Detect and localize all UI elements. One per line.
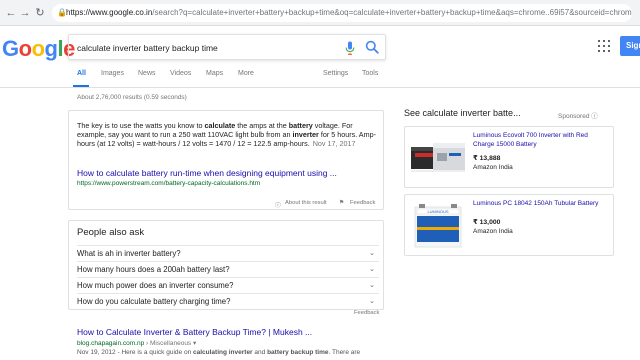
tab-all[interactable]: All [77,68,86,80]
search-header: Google Sign All Images News Videos Maps … [0,26,640,88]
paa-question-text: How much power does an inverter consume? [77,281,234,290]
battery-brand-text: LUMINOUS [427,209,448,214]
sign-in-button[interactable]: Sign [620,36,640,56]
tab-maps[interactable]: Maps [206,68,223,80]
paa-question[interactable]: What is ah in inverter battery? ⌄ [77,245,379,261]
result-snippet-part: Nov 19, 2012 - Here is a quick guide on [77,349,193,356]
shopping-ad-card[interactable]: Luminous Ecovolt 700 Inverter with Red C… [404,126,614,188]
ad-product-name[interactable]: Luminous PC 18042 150Ah Tubular Battery [473,200,609,209]
tab-settings[interactable]: Settings [323,68,348,80]
ad-product-name[interactable]: Luminous Ecovolt 700 Inverter with Red C… [473,132,609,149]
search-input[interactable] [77,40,337,56]
snippet-footer: ⓘ About this result ⚑ Feedback [69,199,385,211]
google-logo[interactable]: Google [2,36,75,62]
result-url: blog.chapagain.com.np › Miscellaneous ▾ [77,339,196,347]
chevron-down-icon: ⌄ [369,266,375,273]
logo-letter: G [2,36,19,61]
result-snippet-bold: calculating inverter [192,349,253,356]
snippet-bold: battery [288,121,313,130]
result-snippet-part: . There are [328,349,361,356]
result-snippet-bold: battery backup time [267,349,329,356]
mic-icon[interactable] [345,41,355,55]
snippet-bold: calculate [204,121,236,130]
chevron-down-icon: ⌄ [369,250,375,257]
sponsored-label: Sponsored ⓘ [558,110,598,120]
snippet-text: The key is to use the watts you know to … [77,121,379,148]
ad-price: ₹ 13,888 [473,155,501,162]
logo-letter: o [31,36,45,61]
tab-images[interactable]: Images [101,68,124,80]
tab-tools[interactable]: Tools [362,68,378,80]
logo-letter: g [44,36,58,61]
ad-store: Amazon India [473,228,513,235]
snippet-text-part: The key is to use the watts you know to [77,121,205,130]
active-tab-indicator [73,85,89,87]
inverter-battery-image [411,143,465,172]
chevron-down-icon: ⌄ [369,298,375,305]
address-bar[interactable]: 🔒 https://www.google.co.in/search?q=calc… [52,4,632,22]
tab-videos[interactable]: Videos [170,68,191,80]
search-icon[interactable] [365,40,379,54]
url-host: https://www.google.co.in [66,8,153,17]
reload-icon[interactable]: ↻ [33,6,47,20]
snippet-bold: inverter [292,130,319,139]
paa-feedback-link[interactable]: Feedback [354,310,379,316]
result-category-dropdown[interactable]: › Miscellaneous ▾ [144,340,196,347]
url-path: /search?q=calculate+inverter+battery+bac… [152,8,632,17]
tab-more[interactable]: More [238,68,254,80]
paa-question-text: What is ah in inverter battery? [77,249,181,258]
sponsored-text: Sponsored [558,113,590,120]
browser-toolbar: ← → ↻ 🔒 https://www.google.co.in/search?… [0,0,640,26]
shopping-ads-title[interactable]: See calculate inverter batte... [404,108,521,118]
result-stats: About 2,76,000 results (0.59 seconds) [77,94,187,101]
paa-question[interactable]: How much power does an inverter consume?… [77,277,379,293]
paa-title: People also ask [77,227,145,238]
snippet-result-link[interactable]: How to calculate battery run-time when d… [77,168,337,178]
snippet-result-url: https://www.powerstream.com/battery-capa… [77,180,261,187]
back-arrow-icon[interactable]: ← [4,6,18,20]
info-icon[interactable]: ⓘ [591,113,598,120]
search-tabs: All Images News Videos Maps More Setting… [0,68,640,88]
feedback-icon: ⚑ [339,200,345,206]
logo-letter: o [18,36,32,61]
featured-snippet: The key is to use the watts you know to … [68,110,384,210]
tubular-battery-image: LUMINOUS [414,204,462,248]
ad-price: ₹ 13,000 [473,219,501,226]
shopping-ad-card[interactable]: LUMINOUS Luminous PC 18042 150Ah Tubular… [404,194,614,256]
feedback-link[interactable]: Feedback [350,200,375,206]
result-url-host: blog.chapagain.com.np [77,340,145,347]
info-icon: ⓘ [275,203,281,209]
paa-question[interactable]: How do you calculate battery charging ti… [77,293,379,309]
snippet-date: Nov 17, 2017 [312,139,356,148]
tab-news[interactable]: News [138,68,156,80]
apps-grid-icon[interactable] [598,40,610,52]
people-also-ask: People also ask What is ah in inverter b… [68,220,384,310]
result-snippet-part: and [252,349,268,356]
paa-question-text: How many hours does a 200ah battery last… [77,265,230,274]
result-link[interactable]: How to Calculate Inverter & Battery Back… [77,327,312,337]
forward-arrow-icon[interactable]: → [18,6,32,20]
result-snippet: Nov 19, 2012 - Here is a quick guide on … [77,349,360,356]
about-this-result-link[interactable]: About this result [285,200,327,206]
paa-question[interactable]: How many hours does a 200ah battery last… [77,261,379,277]
snippet-text-part: the amps at the [235,121,289,130]
lock-icon: 🔒 [57,8,67,17]
paa-question-text: How do you calculate battery charging ti… [77,297,231,306]
chevron-down-icon: ⌄ [369,282,375,289]
ad-store: Amazon India [473,164,513,171]
search-box [68,34,386,60]
